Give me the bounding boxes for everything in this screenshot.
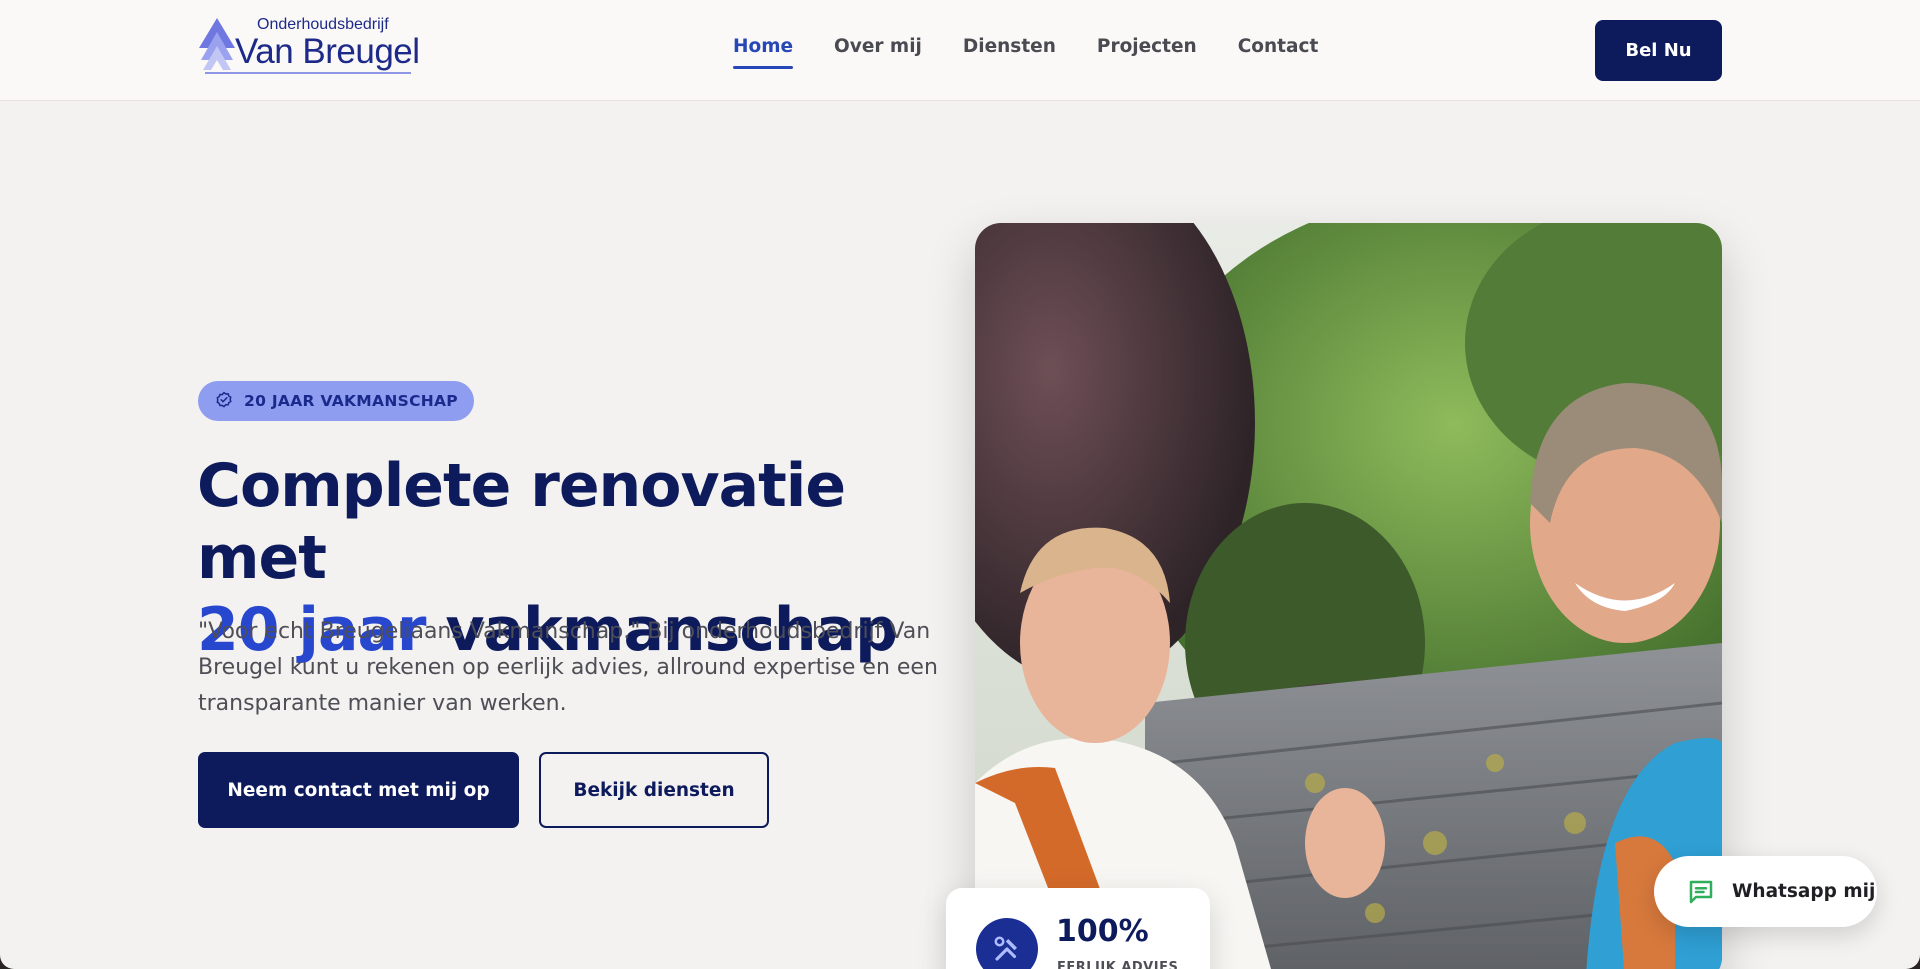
hero-description: "Voor echt Breugeliaans Vakmanschap." Bi… — [198, 619, 938, 716]
logo-underline — [205, 72, 411, 74]
hero-title-line1: Complete renovatie met — [197, 451, 846, 593]
chat-icon — [1689, 880, 1713, 903]
badge-label: 20 JAAR VAKMANSCHAP — [244, 392, 458, 410]
logo-title: Van Breugel — [235, 32, 420, 71]
nav-item-home[interactable]: Home — [733, 36, 794, 69]
experience-badge: 20 JAAR VAKMANSCHAP — [198, 381, 474, 421]
contact-button[interactable]: Neem contact met mij op — [198, 752, 519, 828]
site-header: Onderhoudsbedrijf Van Breugel Home Over … — [0, 0, 1920, 101]
nav-item-diensten[interactable]: Diensten — [963, 36, 1056, 69]
nav-item-projecten[interactable]: Projecten — [1097, 36, 1197, 69]
stat-card: 100% EERLIJK ADVIES — [946, 888, 1210, 969]
verified-badge-icon — [216, 391, 232, 408]
whatsapp-label: Whatsapp mij — [1732, 881, 1876, 902]
tools-icon — [976, 918, 1038, 969]
hero-photo-illustration — [975, 223, 1722, 969]
logo[interactable]: Onderhoudsbedrijf Van Breugel — [197, 14, 420, 78]
whatsapp-button[interactable]: Whatsapp mij — [1654, 856, 1877, 927]
view-services-button[interactable]: Bekijk diensten — [539, 752, 769, 828]
stat-label: EERLIJK ADVIES — [1057, 960, 1179, 969]
main-nav: Home Over mij Diensten Projecten Contact — [733, 36, 1318, 69]
stat-value: 100% — [1056, 914, 1149, 949]
call-now-button[interactable]: Bel Nu — [1595, 20, 1722, 81]
hero-photo — [975, 223, 1722, 969]
nav-item-over-mij[interactable]: Over mij — [834, 36, 922, 69]
logo-mark-icon — [199, 18, 235, 70]
page: Onderhoudsbedrijf Van Breugel Home Over … — [0, 0, 1920, 969]
nav-item-contact[interactable]: Contact — [1238, 36, 1319, 69]
